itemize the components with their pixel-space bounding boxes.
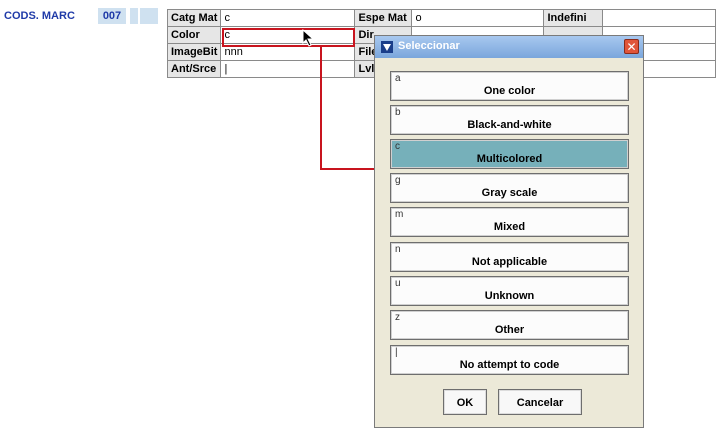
indicator-box[interactable] <box>140 8 158 24</box>
app-icon <box>381 41 393 53</box>
grid-row: Catg Mat c Espe Mat o Indefini <box>166 9 717 27</box>
option-label: No attempt to code <box>459 359 560 371</box>
option-code: u <box>395 278 401 289</box>
select-dialog: Seleccionar ✕ a One color b Black-and-wh… <box>374 35 644 428</box>
callout-line <box>320 168 376 170</box>
ok-button[interactable]: OK <box>443 389 487 415</box>
option-b[interactable]: b Black-and-white <box>390 105 629 135</box>
close-icon[interactable]: ✕ <box>624 39 639 54</box>
dialog-titlebar[interactable]: Seleccionar ✕ <box>375 36 643 58</box>
option-label: One color <box>483 85 536 97</box>
option-label: Mixed <box>493 221 526 233</box>
grid-value[interactable] <box>602 9 717 27</box>
option-label: Unknown <box>484 290 535 302</box>
option-label: Gray scale <box>481 187 538 199</box>
dialog-title: Seleccionar <box>398 40 460 52</box>
grid-label: Ant/Srce <box>166 60 222 78</box>
option-code: m <box>395 209 404 220</box>
option-c[interactable]: c Multicolored <box>390 139 629 169</box>
marc-codes-label: CODS. MARC <box>4 10 75 22</box>
grid-value[interactable]: | <box>220 60 356 78</box>
grid-value[interactable]: o <box>411 9 545 27</box>
option-a[interactable]: a One color <box>390 71 629 101</box>
cancel-button[interactable]: Cancelar <box>498 389 582 415</box>
grid-label: Indefini <box>543 9 604 27</box>
option-code: n <box>395 244 401 255</box>
option-n[interactable]: n Not applicable <box>390 242 629 272</box>
option-label: Other <box>494 324 525 336</box>
grid-label: ImageBit <box>166 43 222 61</box>
option-g[interactable]: g Gray scale <box>390 173 629 203</box>
grid-label: Color <box>166 26 222 44</box>
mouse-pointer-icon <box>302 29 315 47</box>
option-label: Black-and-white <box>467 119 552 131</box>
option-code: | <box>395 347 398 358</box>
field-tag-007[interactable]: 007 <box>98 8 126 24</box>
grid-label: Espe Mat <box>354 9 413 27</box>
option-no-attempt[interactable]: | No attempt to code <box>390 345 629 375</box>
option-code: c <box>395 141 400 152</box>
option-code: z <box>395 312 400 323</box>
option-code: b <box>395 107 401 118</box>
option-label: Multicolored <box>476 153 543 165</box>
indicator-box[interactable] <box>130 8 138 24</box>
option-label: Not applicable <box>471 256 548 268</box>
option-code: g <box>395 175 401 186</box>
grid-label: Catg Mat <box>166 9 222 27</box>
active-cell-highlight <box>222 28 355 47</box>
option-u[interactable]: u Unknown <box>390 276 629 306</box>
option-m[interactable]: m Mixed <box>390 207 629 237</box>
callout-line <box>320 47 322 170</box>
grid-value[interactable]: c <box>220 9 356 27</box>
option-code: a <box>395 73 401 84</box>
option-z[interactable]: z Other <box>390 310 629 340</box>
